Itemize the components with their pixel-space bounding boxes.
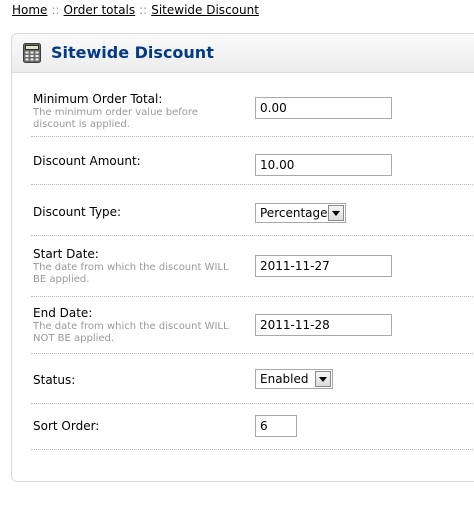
start-date-help: The date from which the discount WILL BE…: [33, 262, 229, 285]
min-order-total-help: The minimum order value before discount …: [33, 107, 198, 130]
form-row-sort-order: Sort Order:: [31, 403, 474, 450]
min-order-total-input[interactable]: [255, 97, 392, 119]
status-selected: Enabled: [260, 372, 309, 386]
chevron-down-icon[interactable]: [315, 371, 331, 387]
end-date-help: The date from which the discount WILL NO…: [33, 321, 229, 344]
breadcrumb-separator: ::: [51, 3, 60, 17]
box-heading: Sitewide Discount: [12, 34, 474, 73]
chevron-down-icon[interactable]: [328, 205, 344, 221]
discount-type-label: Discount Type:: [33, 205, 122, 219]
breadcrumb-separator: ::: [139, 3, 148, 17]
breadcrumb: Home:: Order totals:: Sitewide Discount: [12, 3, 259, 17]
form-row-status: Status: Enabled: [31, 353, 474, 404]
page-title: Sitewide Discount: [51, 43, 214, 62]
discount-amount-input[interactable]: [255, 154, 392, 176]
discount-type-selected: Percentage: [260, 206, 328, 220]
breadcrumb-home-link[interactable]: Home: [12, 3, 47, 17]
sort-order-input[interactable]: [255, 415, 297, 437]
form-row-end-date: End Date: The date from which the discou…: [31, 296, 474, 354]
breadcrumb-sitewide-discount-link[interactable]: Sitewide Discount: [151, 3, 259, 17]
end-date-label: End Date:: [33, 306, 93, 320]
min-order-total-label: Minimum Order Total:: [33, 92, 163, 106]
status-select[interactable]: Enabled: [255, 369, 333, 389]
form-row-start-date: Start Date: The date from which the disc…: [31, 235, 474, 297]
calculator-icon: [23, 43, 41, 63]
form-row-min-order-total: Minimum Order Total: The minimum order v…: [31, 82, 474, 137]
discount-type-select[interactable]: Percentage: [255, 203, 346, 223]
start-date-label: Start Date:: [33, 247, 99, 261]
form-row-discount-type: Discount Type: Percentage: [31, 184, 474, 236]
discount-amount-label: Discount Amount:: [33, 154, 141, 168]
end-date-input[interactable]: [255, 314, 392, 336]
start-date-input[interactable]: [255, 255, 392, 277]
status-label: Status:: [33, 373, 76, 387]
settings-box: Sitewide Discount Minimum Order Total: T…: [11, 33, 474, 482]
sort-order-label: Sort Order:: [33, 419, 100, 433]
form-row-discount-amount: Discount Amount:: [31, 136, 474, 185]
breadcrumb-order-totals-link[interactable]: Order totals: [64, 3, 136, 17]
